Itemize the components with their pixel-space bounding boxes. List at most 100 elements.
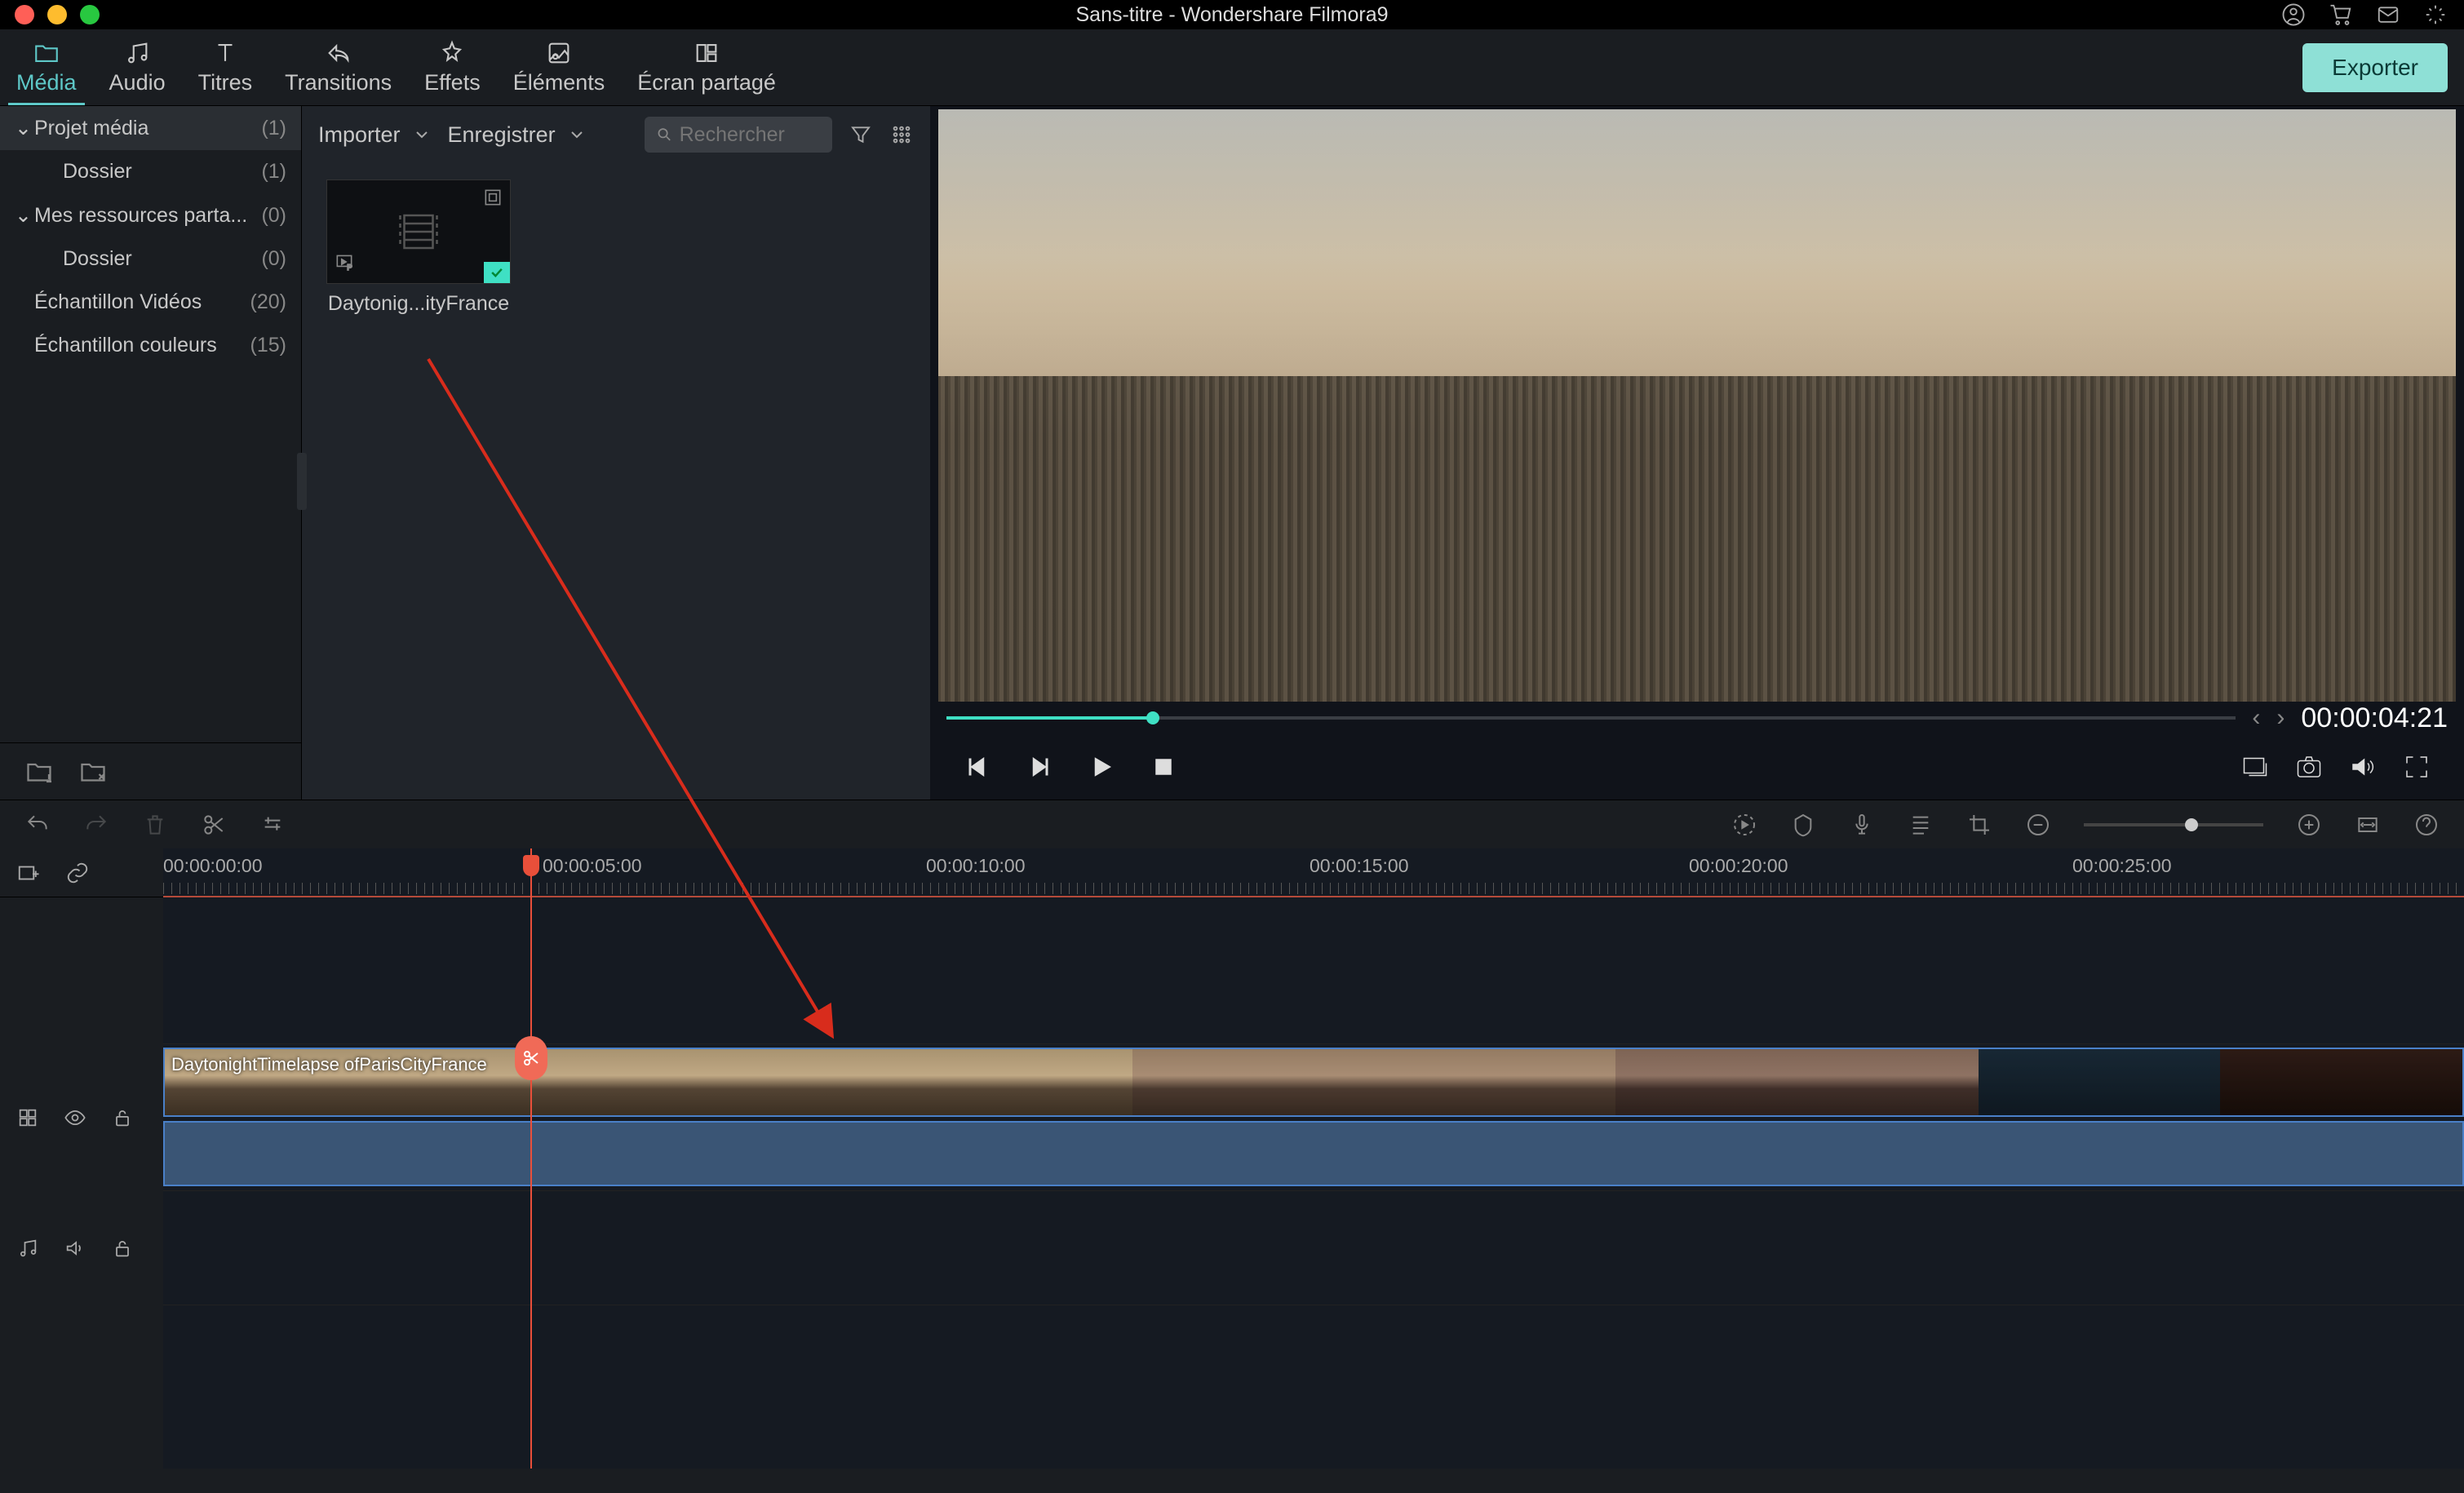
ruler-tick: 00:00:05:00: [543, 855, 642, 877]
text-icon: [211, 39, 239, 67]
tab-titres[interactable]: Titres: [182, 29, 269, 105]
new-folder-icon[interactable]: [24, 757, 54, 786]
scissors-icon[interactable]: [515, 1036, 547, 1080]
tab-lments[interactable]: Éléments: [497, 29, 622, 105]
track-row[interactable]: [163, 897, 2464, 1044]
audio-track[interactable]: [163, 1191, 2464, 1305]
media-item[interactable]: P Daytonig...ityFrance: [326, 179, 511, 316]
chevron-down-icon: [567, 125, 587, 144]
tab-effets[interactable]: Effets: [408, 29, 497, 105]
tab-transitions[interactable]: Transitions: [268, 29, 408, 105]
search-box[interactable]: [645, 117, 832, 153]
scrub-track[interactable]: [946, 716, 2236, 720]
maximize-window[interactable]: [80, 5, 100, 24]
search-icon: [656, 125, 673, 144]
timeline-ruler[interactable]: 00:00:00:0000:00:05:0000:00:10:0000:00:1…: [163, 848, 2464, 897]
add-track-icon[interactable]: [16, 861, 41, 885]
zoom-in-icon[interactable]: [2296, 812, 2322, 838]
expand-icon: [482, 187, 503, 208]
play-icon[interactable]: [1087, 752, 1116, 782]
delete-icon[interactable]: [142, 812, 168, 838]
media-panel: Importer Enregistrer P: [302, 106, 930, 800]
import-label: Importer: [318, 122, 401, 148]
split-icon[interactable]: [201, 812, 227, 838]
link-icon[interactable]: [65, 861, 90, 885]
grid-icon[interactable]: [16, 1106, 39, 1129]
sidebar-item[interactable]: Échantillon couleurs(15): [0, 324, 301, 367]
step-back-icon[interactable]: [963, 752, 992, 782]
transition-icon: [325, 39, 352, 67]
filter-icon[interactable]: [849, 122, 873, 147]
mute-icon[interactable]: [64, 1237, 86, 1260]
fullscreen-icon[interactable]: [2402, 752, 2431, 782]
redo-icon[interactable]: [83, 812, 109, 838]
sidebar-item[interactable]: ⌄Projet média(1): [0, 106, 301, 150]
lock-icon[interactable]: [111, 1237, 134, 1260]
search-input[interactable]: [680, 123, 821, 147]
media-sidebar: ⌄Projet média(1)Dossier(1)⌄Mes ressource…: [0, 106, 302, 800]
window-controls: [0, 5, 100, 24]
settings-icon[interactable]: [2423, 2, 2448, 27]
timeline: 00:00:00:0000:00:05:0000:00:10:0000:00:1…: [0, 848, 2464, 1469]
next-marker-icon[interactable]: ›: [2276, 704, 2285, 732]
check-icon: [489, 264, 505, 281]
grid-view-icon[interactable]: [889, 122, 914, 147]
playhead[interactable]: [530, 848, 532, 1469]
minimize-window[interactable]: [47, 5, 67, 24]
tab-audio[interactable]: Audio: [93, 29, 182, 105]
record-dropdown[interactable]: Enregistrer: [448, 122, 587, 148]
mail-icon[interactable]: [2376, 2, 2400, 27]
chevron-down-icon: [412, 125, 432, 144]
sidebar-item[interactable]: ⌄Mes ressources parta...(0): [0, 193, 301, 237]
prev-marker-icon[interactable]: ‹: [2252, 704, 2260, 732]
delete-folder-icon[interactable]: [78, 757, 108, 786]
snapshot-icon[interactable]: [2294, 752, 2324, 782]
video-preview[interactable]: [938, 109, 2456, 702]
zoom-fit-icon[interactable]: [2355, 812, 2381, 838]
ruler-tick: 00:00:00:00: [163, 855, 263, 877]
tab-mdia[interactable]: Média: [0, 29, 93, 105]
cart-icon[interactable]: [2329, 2, 2353, 27]
elements-icon: [545, 39, 573, 67]
panel-resize-grip[interactable]: [297, 453, 307, 510]
audio-track-head: [0, 1191, 163, 1305]
ruler-tick: 00:00:10:00: [926, 855, 1026, 877]
video-track[interactable]: DaytonightTimelapse ofParisCityFrance: [163, 1044, 2464, 1191]
undo-icon[interactable]: [24, 812, 51, 838]
step-forward-icon[interactable]: [1025, 752, 1054, 782]
playback-display-icon[interactable]: [2240, 752, 2270, 782]
zoom-out-icon[interactable]: [2025, 812, 2051, 838]
zoom-slider[interactable]: [2084, 823, 2263, 826]
marker-icon[interactable]: [1790, 812, 1816, 838]
export-button[interactable]: Exporter: [2302, 43, 2448, 92]
tab-cranpartag[interactable]: Écran partagé: [621, 29, 792, 105]
help-icon[interactable]: [2413, 812, 2440, 838]
sidebar-item[interactable]: Dossier(0): [0, 237, 301, 281]
folder-icon: [33, 39, 60, 67]
music-icon[interactable]: [16, 1237, 39, 1260]
import-dropdown[interactable]: Importer: [318, 122, 432, 148]
account-icon[interactable]: [2281, 2, 2306, 27]
titlebar: Sans-titre - Wondershare Filmora9: [0, 0, 2464, 29]
audio-clip[interactable]: [163, 1121, 2464, 1186]
preview-panel: ‹ › 00:00:04:21: [930, 106, 2464, 800]
proxy-icon: P: [334, 251, 355, 272]
svg-text:P: P: [347, 264, 352, 272]
ruler-tick: 00:00:20:00: [1689, 855, 1788, 877]
render-icon[interactable]: [1731, 812, 1757, 838]
sidebar-item[interactable]: Dossier(1): [0, 150, 301, 193]
adjust-icon[interactable]: [259, 812, 286, 838]
volume-icon[interactable]: [2348, 752, 2378, 782]
close-window[interactable]: [15, 5, 34, 24]
crop-icon[interactable]: [1966, 812, 1992, 838]
voiceover-icon[interactable]: [1849, 812, 1875, 838]
video-clip[interactable]: DaytonightTimelapse ofParisCityFrance: [163, 1048, 2464, 1117]
lock-icon[interactable]: [111, 1106, 134, 1129]
visibility-icon[interactable]: [64, 1106, 86, 1129]
media-item-name: Daytonig...ityFrance: [326, 292, 511, 316]
main-toolbar: MédiaAudioTitresTransitionsEffetsÉlément…: [0, 29, 2464, 106]
stop-icon[interactable]: [1149, 752, 1178, 782]
timecode: 00:00:04:21: [2301, 702, 2448, 734]
sidebar-item[interactable]: Échantillon Vidéos(20): [0, 281, 301, 324]
mixer-icon[interactable]: [1908, 812, 1934, 838]
